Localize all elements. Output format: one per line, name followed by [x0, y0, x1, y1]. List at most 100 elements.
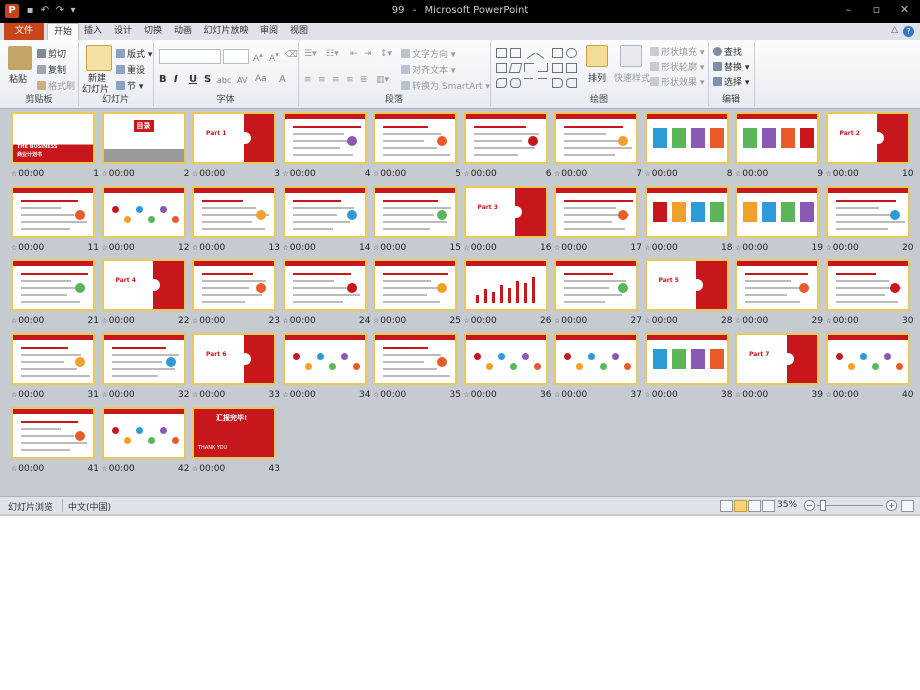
transition-icon[interactable]: ☆ [554, 244, 560, 252]
transition-icon[interactable]: ☆ [645, 317, 651, 325]
change-case-icon[interactable]: Aa [255, 74, 267, 84]
transition-icon[interactable]: ☆ [826, 391, 832, 399]
char-spacing-icon[interactable]: AV [237, 76, 247, 85]
arrange-button[interactable]: 排列 [588, 71, 606, 84]
increase-indent-icon[interactable]: ⇥ [364, 49, 372, 59]
shrink-font-icon[interactable]: A▾ [269, 50, 279, 64]
transition-icon[interactable]: ☆ [735, 244, 741, 252]
slide-thumbnail[interactable] [101, 333, 186, 386]
transition-icon[interactable]: ☆ [283, 391, 289, 399]
reading-view-icon[interactable] [748, 500, 761, 512]
slide-thumbnail[interactable] [373, 333, 457, 386]
slide-thumbnail[interactable] [554, 333, 638, 386]
transition-icon[interactable]: ☆ [102, 170, 108, 178]
slide-thumbnail[interactable] [282, 259, 367, 312]
tab-insert[interactable]: 插入 [80, 23, 106, 40]
transition-icon[interactable]: ☆ [826, 317, 832, 325]
transition-icon[interactable]: ☆ [826, 170, 832, 178]
tab-design[interactable]: 设计 [110, 23, 136, 40]
align-right-icon[interactable]: ≡ [332, 75, 340, 85]
close-icon[interactable]: ✕ [891, 0, 918, 19]
quick-styles-icon[interactable] [620, 45, 642, 67]
slide-thumbnail[interactable] [825, 333, 910, 386]
transition-icon[interactable]: ☆ [11, 391, 17, 399]
transition-icon[interactable]: ☆ [373, 244, 379, 252]
tab-review[interactable]: 审阅 [256, 23, 282, 40]
shape-icon[interactable] [552, 78, 563, 88]
transition-icon[interactable]: ☆ [645, 244, 651, 252]
transition-icon[interactable]: ☆ [11, 170, 17, 178]
slideshow-view-icon[interactable] [762, 500, 775, 512]
transition-icon[interactable]: ☆ [554, 317, 560, 325]
decrease-indent-icon[interactable]: ⇤ [350, 49, 358, 59]
shape-icon[interactable] [566, 78, 577, 88]
shape-icon[interactable] [538, 78, 547, 87]
tab-animations[interactable]: 动画 [170, 23, 196, 40]
transition-icon[interactable]: ☆ [464, 317, 470, 325]
transition-icon[interactable]: ☆ [735, 170, 741, 178]
transition-icon[interactable]: ☆ [735, 317, 741, 325]
shape-icon[interactable] [496, 78, 507, 88]
distribute-icon[interactable]: ≣ [360, 75, 368, 85]
slide-thumbnail[interactable] [735, 185, 819, 238]
arrange-icon[interactable] [586, 45, 608, 67]
transition-icon[interactable]: ☆ [11, 244, 17, 252]
columns-icon[interactable]: ▥▾ [376, 75, 389, 85]
transition-icon[interactable]: ☆ [464, 391, 470, 399]
justify-icon[interactable]: ≡ [346, 75, 354, 85]
slide-thumbnail[interactable] [554, 259, 638, 312]
slide-thumbnail[interactable] [11, 333, 95, 386]
slide-thumbnail[interactable] [11, 259, 95, 312]
shape-rect-icon[interactable] [496, 48, 507, 58]
shape-connector-icon[interactable] [524, 63, 534, 72]
line-spacing-icon[interactable]: ↕▾ [380, 49, 392, 59]
shape-icon[interactable] [524, 78, 533, 87]
maximize-icon[interactable]: ▫ [863, 0, 890, 19]
tab-home[interactable]: 开始 [47, 23, 79, 41]
shape-fill-button[interactable]: 形状填充 ▾ [650, 45, 704, 58]
underline-icon[interactable]: U [189, 74, 197, 85]
slide-thumbnail[interactable] [373, 185, 457, 238]
slide-thumbnail[interactable]: Part 4 [101, 259, 186, 312]
numbering-icon[interactable]: ☷▾ [326, 49, 339, 59]
transition-icon[interactable]: ☆ [192, 170, 198, 178]
transition-icon[interactable]: ☆ [373, 170, 379, 178]
slide-thumbnail[interactable] [554, 185, 638, 238]
tab-view[interactable]: 视图 [286, 23, 312, 40]
select-button[interactable]: 选择 ▾ [713, 75, 749, 88]
align-left-icon[interactable]: ≡ [304, 75, 312, 85]
shape-line-icon[interactable] [536, 46, 549, 59]
slide-thumbnail[interactable]: Part 1 [192, 112, 276, 164]
replace-button[interactable]: 替换 ▾ [713, 60, 749, 73]
section-button[interactable]: 节 ▾ [116, 79, 143, 92]
slide-thumbnail[interactable] [825, 185, 910, 238]
transition-icon[interactable]: ☆ [192, 244, 198, 252]
tab-transitions[interactable]: 切换 [140, 23, 166, 40]
shape-rect-icon[interactable] [552, 48, 563, 58]
slide-thumbnail[interactable] [644, 333, 729, 386]
slide-thumbnail[interactable] [463, 259, 548, 312]
shape-line-icon[interactable] [522, 46, 535, 59]
shape-icon[interactable] [510, 78, 521, 88]
layout-button[interactable]: 版式 ▾ [116, 47, 152, 60]
reset-button[interactable]: 重设 [116, 63, 145, 76]
transition-icon[interactable]: ☆ [283, 170, 289, 178]
shape-rect-icon[interactable] [496, 63, 507, 73]
slide-thumbnail[interactable] [282, 185, 367, 238]
slide-thumbnail[interactable]: Part 3 [463, 185, 548, 238]
tab-file[interactable]: 文件 [4, 23, 44, 40]
transition-icon[interactable]: ☆ [192, 317, 198, 325]
transition-icon[interactable]: ☆ [826, 244, 832, 252]
slide-thumbnail[interactable] [11, 406, 95, 459]
slide-thumbnail[interactable] [373, 259, 457, 312]
transition-icon[interactable]: ☆ [102, 244, 108, 252]
font-name-combo[interactable] [159, 49, 221, 64]
slide-thumbnail[interactable] [735, 259, 819, 312]
new-slide-icon[interactable] [86, 45, 112, 71]
shape-oval-icon[interactable] [566, 48, 577, 58]
transition-icon[interactable]: ☆ [11, 317, 17, 325]
transition-icon[interactable]: ☆ [464, 244, 470, 252]
zoom-slider-handle[interactable] [820, 500, 826, 511]
copy-button[interactable]: 复制 [37, 63, 66, 76]
slide-thumbnail[interactable] [192, 259, 276, 312]
